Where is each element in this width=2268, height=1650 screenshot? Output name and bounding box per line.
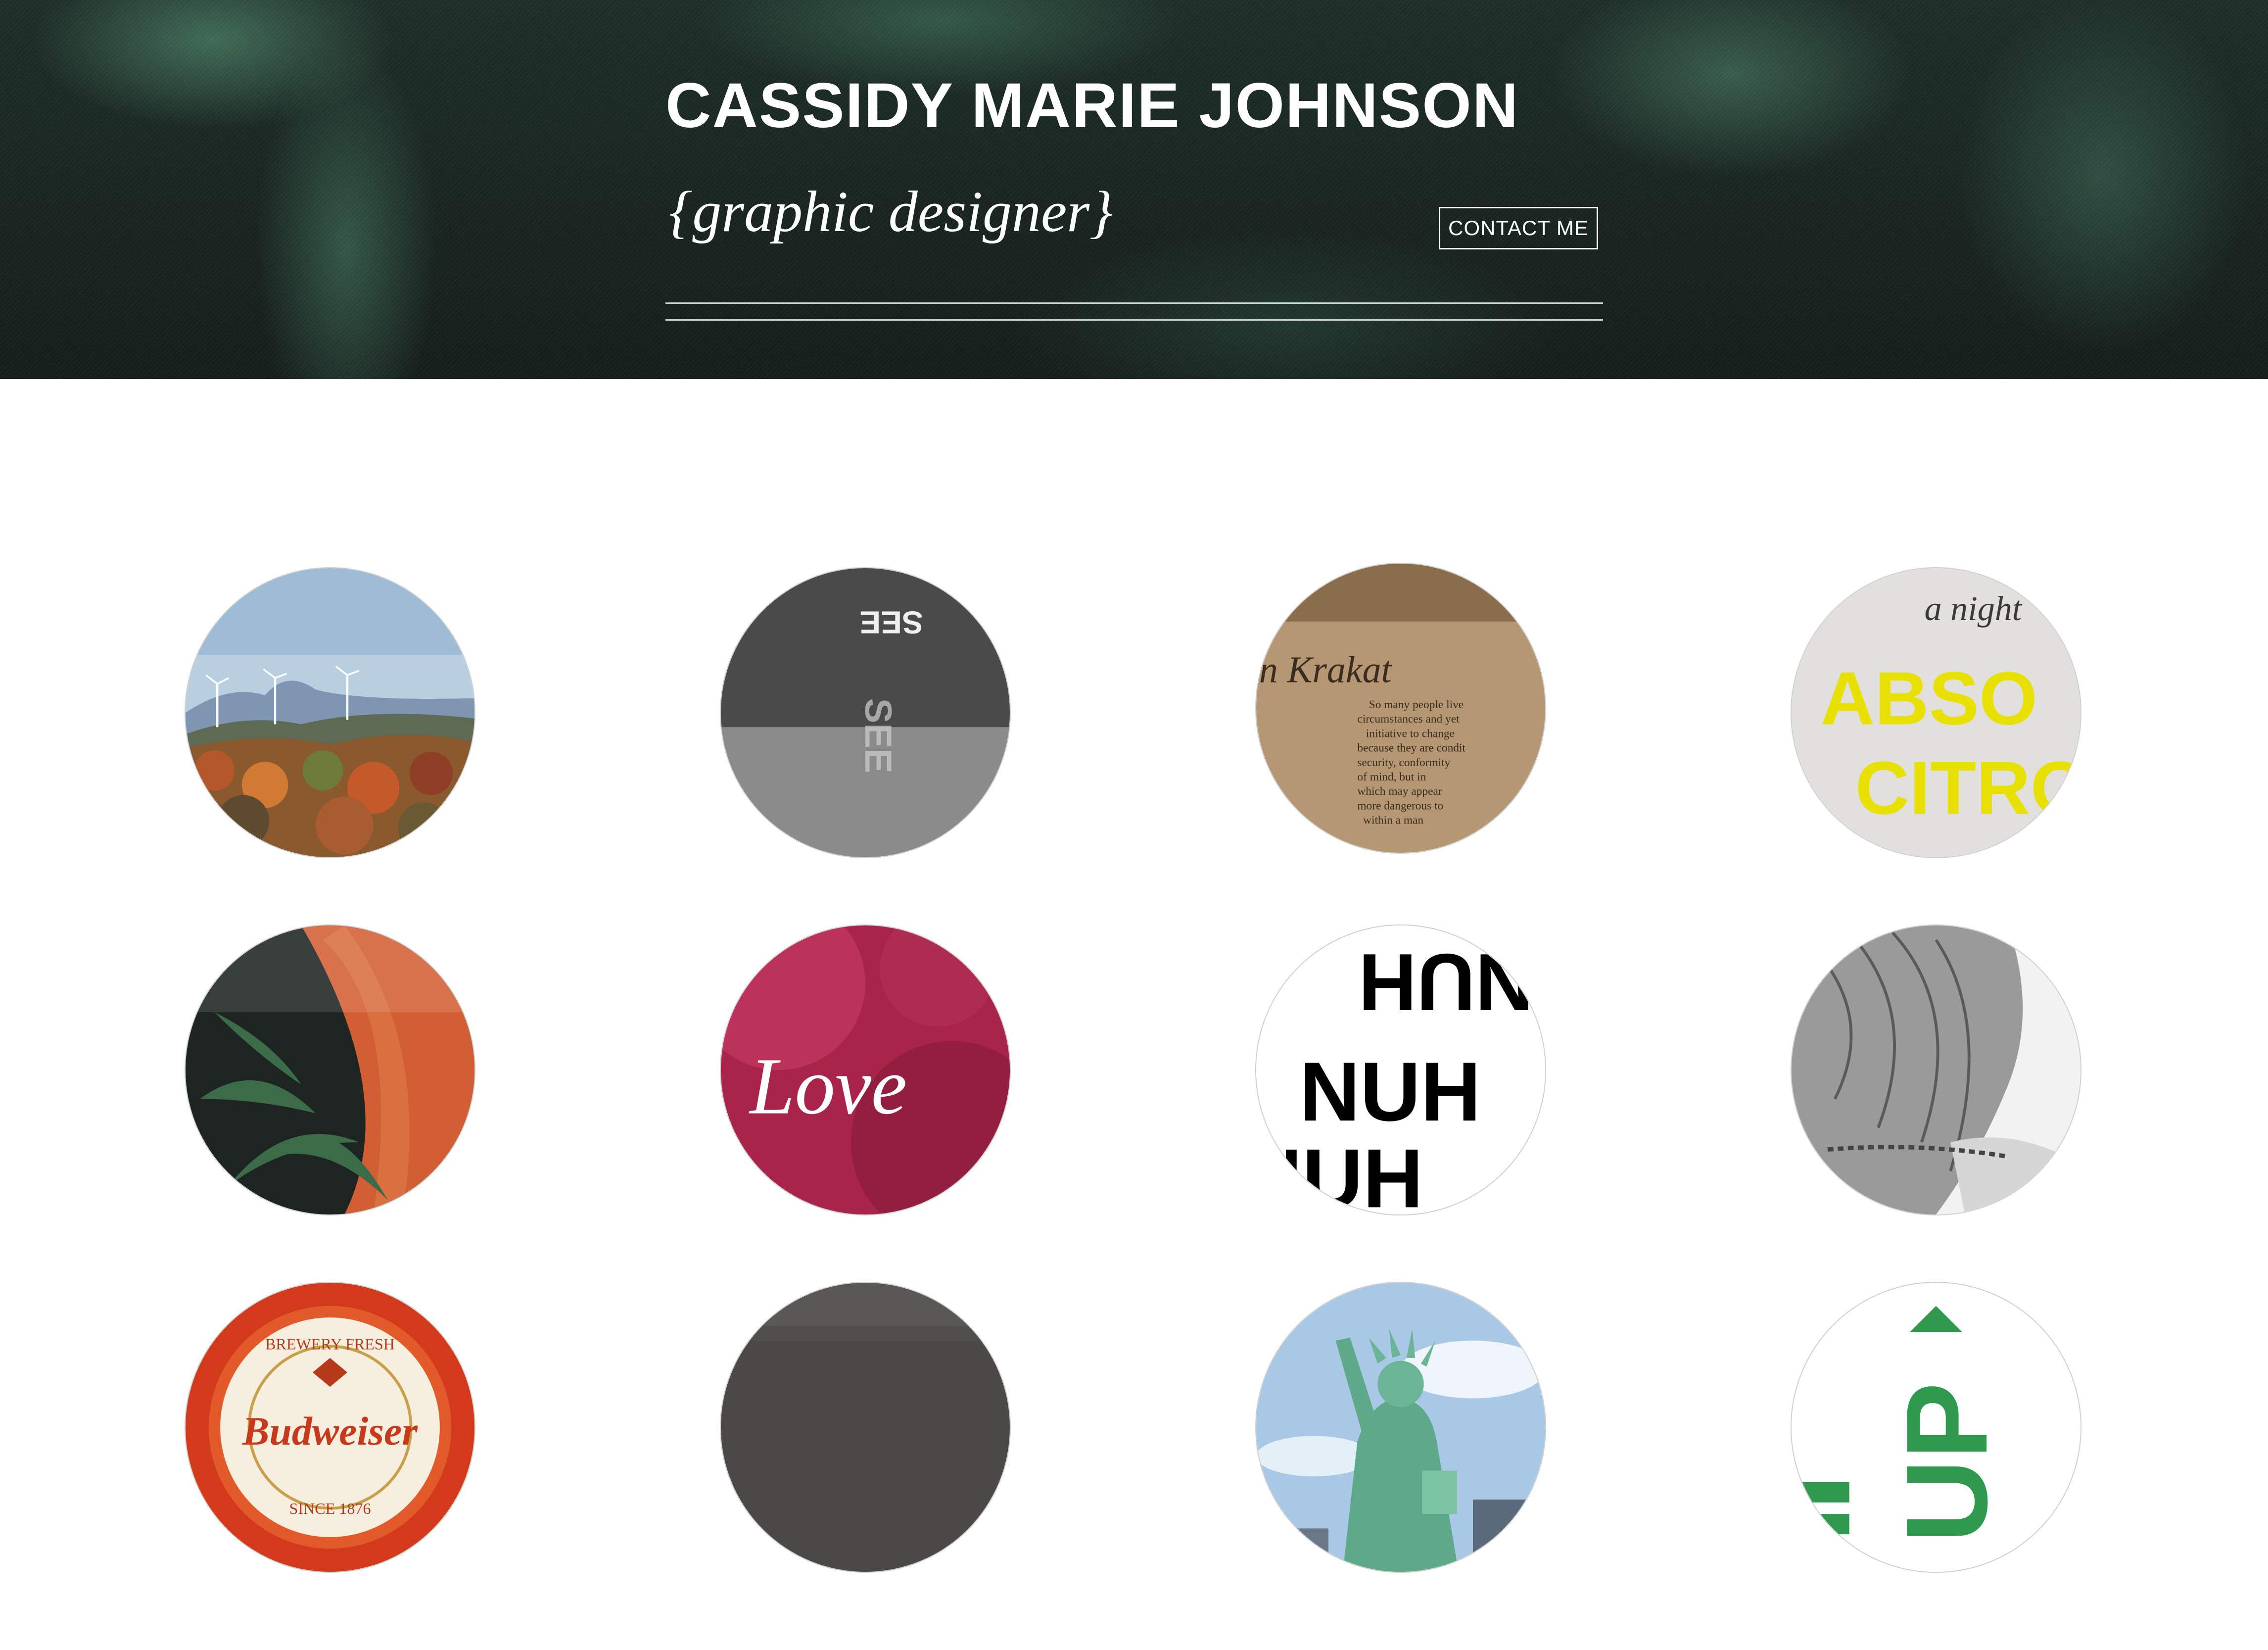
book-line-4: because they are condit xyxy=(1357,742,1465,755)
bw-portrait-thumbnail[interactable] xyxy=(1791,924,2081,1215)
book-line-7: which may appear xyxy=(1357,785,1442,798)
book-line-3: initiative to change xyxy=(1366,727,1455,740)
site-subtitle: {graphic designer} xyxy=(669,179,1113,244)
budweiser-coaster-thumbnail[interactable]: BREWERY FRESH Budweiser SINCE 1876 xyxy=(185,1282,475,1573)
book-line-6: of mind, but in xyxy=(1357,771,1426,783)
budweiser-top-text: BREWERY FRESH xyxy=(265,1335,395,1353)
nuh-text-inverted: NUH xyxy=(1358,937,1533,1027)
book-line-5: security, conformity xyxy=(1357,756,1450,769)
header-divider-top xyxy=(665,302,1603,304)
wind-turbines-landscape-thumbnail[interactable] xyxy=(185,567,475,858)
see-typography-thumbnail[interactable]: SEE SEE xyxy=(720,567,1011,858)
book-line-8: more dangerous to xyxy=(1357,799,1443,812)
statue-of-liberty-thumbnail[interactable] xyxy=(1255,1282,1546,1573)
nuh-text-main: NUH xyxy=(1300,1045,1481,1138)
header-divider-bottom xyxy=(665,319,1603,321)
love-watercolor-thumbnail[interactable]: Love xyxy=(720,924,1011,1215)
book-line-1: So many people live xyxy=(1369,698,1464,711)
book-line-2: circumstances and yet xyxy=(1357,713,1460,726)
budweiser-bottom-text: SINCE 1876 xyxy=(289,1500,371,1517)
book-line-9: within a man xyxy=(1363,814,1423,827)
see-text-top: SEE xyxy=(859,605,923,640)
see-text-shadow: SEE xyxy=(857,698,899,774)
budweiser-logo-text: Budweiser xyxy=(242,1408,418,1454)
carrot-herbs-thumbnail[interactable] xyxy=(185,924,475,1215)
absolut-word: ABSO xyxy=(1820,657,2037,740)
citron-word: CITRO xyxy=(1855,746,2080,830)
site-title: CASSIDY MARIE JOHNSON xyxy=(665,70,1519,141)
nuh-typography-thumbnail[interactable]: NUH NUH NUH xyxy=(1255,924,1546,1215)
nuh-text-lower: NUH xyxy=(1256,1131,1423,1214)
contact-me-button[interactable]: CONTACT ME xyxy=(1439,207,1598,249)
krakatoa-book-thumbnail[interactable]: n Krakat So many people live circumstanc… xyxy=(1255,563,1546,854)
absolut-tagline: a night xyxy=(1925,590,2023,628)
absolut-citron-thumbnail[interactable]: a night ABSO CITRO xyxy=(1791,567,2081,858)
up-logo-text: UP xyxy=(1882,1382,2011,1543)
hero-texture xyxy=(0,0,2268,379)
book-heading: n Krakat xyxy=(1259,649,1393,690)
green-up-logo-thumbnail[interactable]: UP xyxy=(1791,1282,2081,1573)
gray-placeholder-thumbnail[interactable] xyxy=(720,1282,1011,1573)
hero-banner: CASSIDY MARIE JOHNSON {graphic designer}… xyxy=(0,0,2268,379)
love-script-text: Love xyxy=(749,1042,907,1131)
